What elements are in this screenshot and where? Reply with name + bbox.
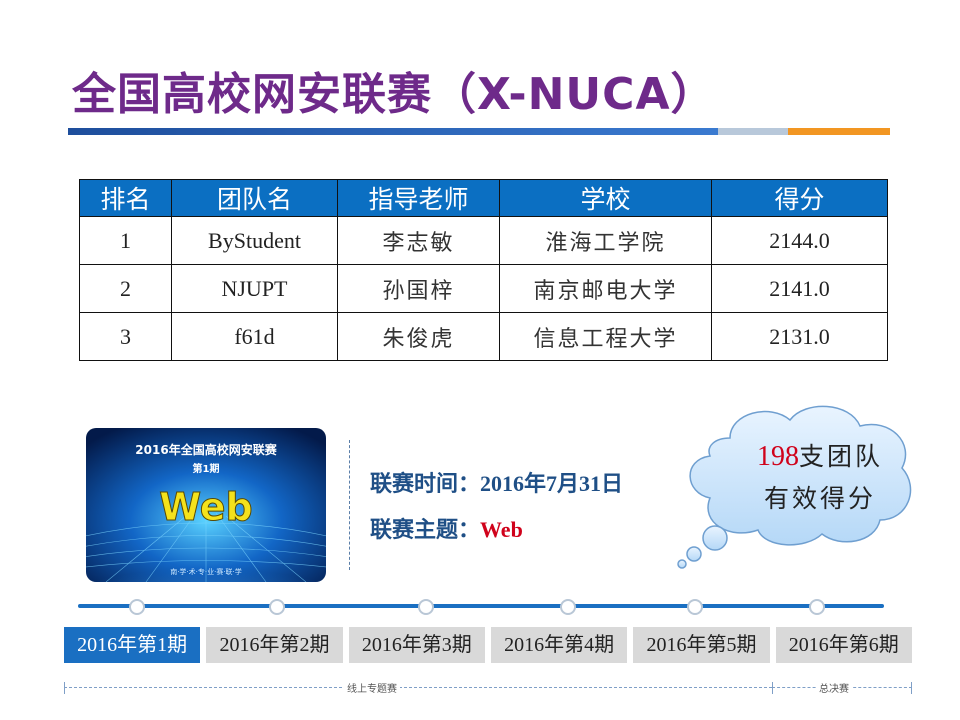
- event-theme-value: Web: [480, 517, 523, 542]
- event-theme: 联赛主题：Web: [370, 512, 523, 544]
- poster-title: 2016年全国高校网安联赛: [135, 442, 277, 457]
- cell-team: ByStudent: [171, 216, 338, 265]
- cell-advisor: 朱俊虎: [337, 312, 500, 361]
- poster-footer: 南·学·术·专·业·赛·联·学: [170, 567, 242, 576]
- timeline-dot: [129, 599, 145, 615]
- event-poster-image: 2016年全国高校网安联赛 第1期 Web 南·学·术·专·业·赛·联·学: [86, 428, 326, 582]
- header-score: 得分: [711, 179, 888, 217]
- cell-team: f61d: [171, 312, 338, 361]
- title-underline-gray: [718, 128, 788, 135]
- tab-issue-3[interactable]: 2016年第3期: [348, 627, 485, 663]
- timeline-dot: [687, 599, 703, 615]
- cell-advisor: 李志敏: [337, 216, 500, 265]
- divider-line: [349, 440, 350, 570]
- phase-dash-online: [64, 687, 772, 688]
- header-rank: 排名: [79, 179, 172, 217]
- header-school: 学校: [499, 179, 712, 217]
- phase-label-online: 线上专题赛: [344, 680, 400, 695]
- page-title: 全国高校网安联赛（X-NUCA）: [72, 69, 716, 120]
- phase-label-final: 总决赛: [816, 680, 852, 695]
- ranking-table: 排名 团队名 指导老师 学校 得分 1 ByStudent 李志敏 淮海工学院 …: [79, 179, 888, 361]
- cell-score: 2131.0: [711, 312, 888, 361]
- header-advisor: 指导老师: [337, 179, 500, 217]
- phase-tick: [911, 682, 912, 694]
- cell-score: 2144.0: [711, 216, 888, 265]
- cell-school: 南京邮电大学: [499, 264, 712, 313]
- callout-line1-suffix: 支团队: [798, 442, 883, 471]
- timeline-dot: [809, 599, 825, 615]
- event-time: 联赛时间：2016年7月31日: [370, 466, 623, 498]
- cell-advisor: 孙国梓: [337, 264, 500, 313]
- phase-tick: [64, 682, 65, 694]
- poster-issue: 第1期: [193, 462, 220, 475]
- title-underline-orange: [788, 128, 890, 135]
- timeline-track: [78, 598, 884, 615]
- poster-theme: Web: [159, 485, 253, 529]
- event-theme-label: 联赛主题：: [370, 517, 481, 542]
- cell-rank: 2: [79, 264, 172, 313]
- event-time-value: 2016年7月31日: [480, 471, 624, 496]
- event-time-label: 联赛时间：: [370, 471, 481, 496]
- cell-rank: 1: [79, 216, 172, 265]
- callout-number: 198: [756, 441, 799, 472]
- tab-issue-1[interactable]: 2016年第1期: [64, 627, 201, 663]
- title-underline: [68, 128, 890, 135]
- cell-team: NJUPT: [171, 264, 338, 313]
- table-row: 2 NJUPT 孙国梓 南京邮电大学 2141.0: [79, 264, 888, 313]
- phase-tick: [772, 682, 773, 694]
- callout-text: 198支团队 有效得分: [735, 436, 905, 520]
- cell-score: 2141.0: [711, 264, 888, 313]
- header-team: 团队名: [171, 179, 338, 217]
- tab-issue-4[interactable]: 2016年第4期: [490, 627, 628, 663]
- title-underline-blue: [68, 128, 718, 135]
- cell-school: 淮海工学院: [499, 216, 712, 265]
- timeline-dot: [560, 599, 576, 615]
- callout-line1: 198支团队: [735, 436, 905, 478]
- tab-issue-5[interactable]: 2016年第5期: [633, 627, 770, 663]
- table-row: 3 f61d 朱俊虎 信息工程大学 2131.0: [79, 312, 888, 361]
- issue-tabs: 2016年第1期 2016年第2期 2016年第3期 2016年第4期 2016…: [64, 627, 912, 663]
- phase-rule: 线上专题赛 总决赛: [64, 680, 912, 695]
- callout-line2: 有效得分: [763, 484, 876, 513]
- cell-rank: 3: [79, 312, 172, 361]
- timeline-dot: [418, 599, 434, 615]
- table-header-row: 排名 团队名 指导老师 学校 得分: [79, 179, 888, 217]
- cell-school: 信息工程大学: [499, 312, 712, 361]
- tab-issue-6[interactable]: 2016年第6期: [775, 627, 912, 663]
- table-row: 1 ByStudent 李志敏 淮海工学院 2144.0: [79, 216, 888, 265]
- timeline-dot: [269, 599, 285, 615]
- timeline-line: [78, 604, 884, 608]
- tab-issue-2[interactable]: 2016年第2期: [206, 627, 343, 663]
